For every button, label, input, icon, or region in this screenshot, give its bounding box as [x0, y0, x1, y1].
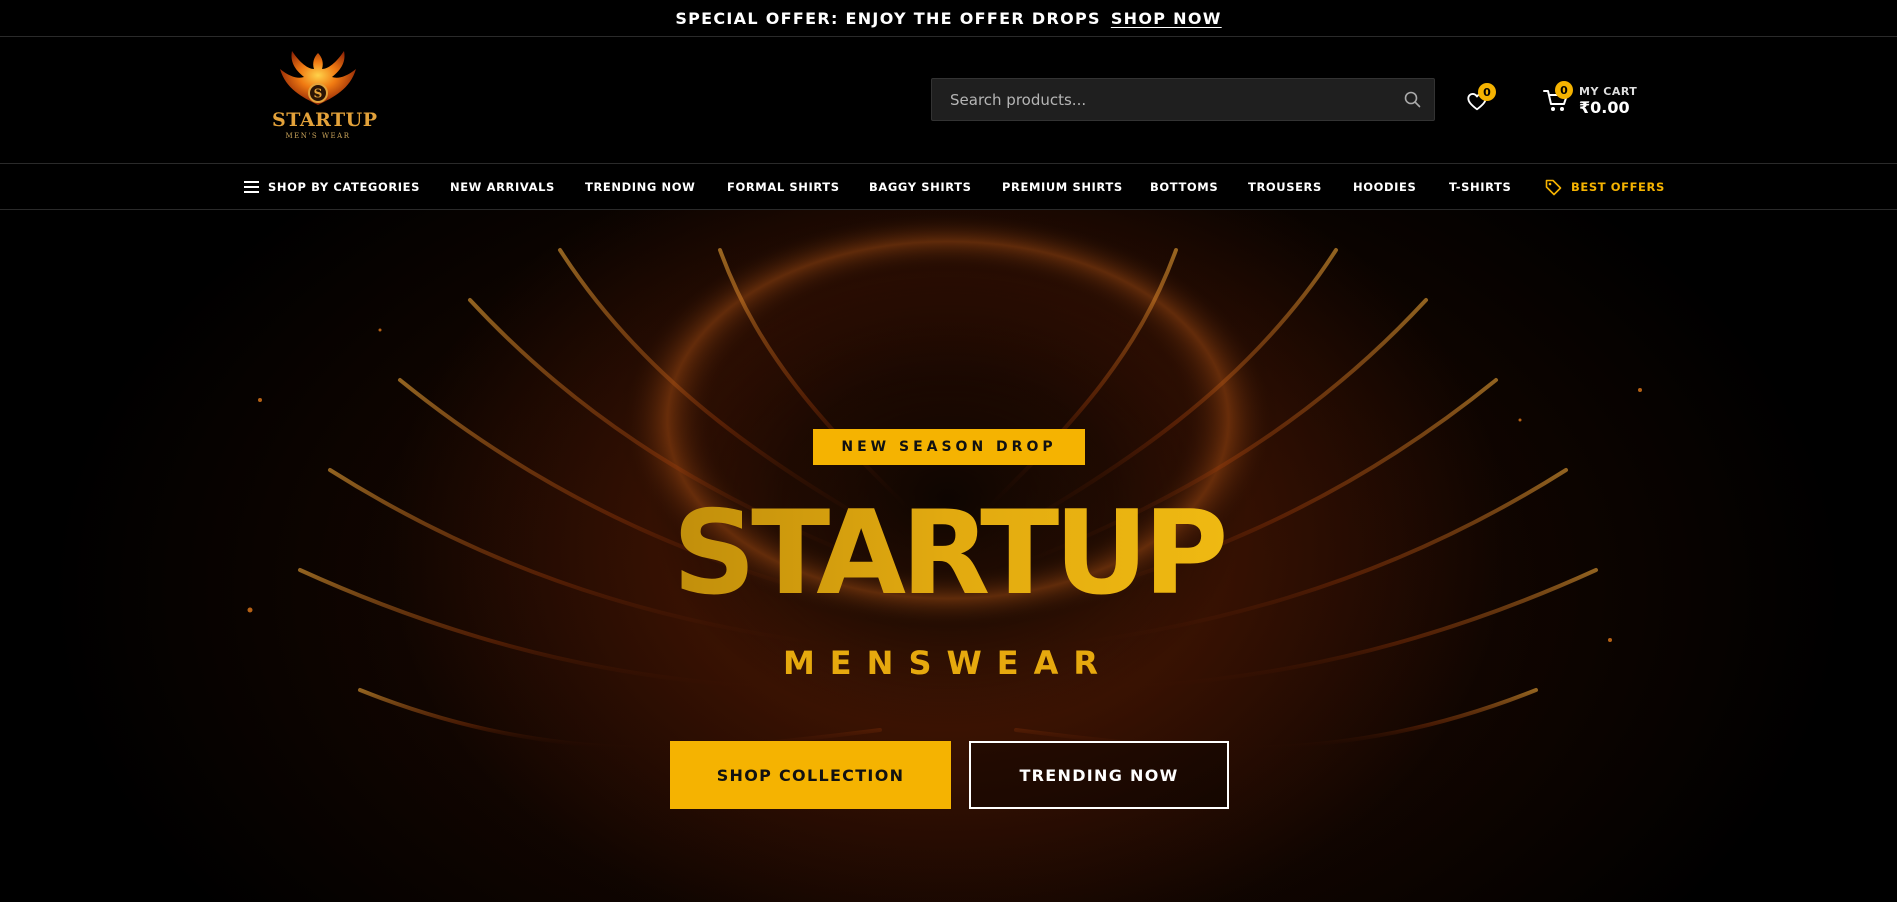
site-header: S STARTUP MEN'S WEAR 0 0 MY CART ₹0.00 — [0, 37, 1897, 164]
shop-collection-button[interactable]: SHOP COLLECTION — [670, 741, 951, 809]
nav-label: SHOP BY CATEGORIES — [268, 180, 421, 194]
nav-label: BEST OFFERS — [1571, 180, 1665, 194]
shop-now-link[interactable]: SHOP NOW — [1111, 9, 1222, 28]
cart-total: ₹0.00 — [1579, 98, 1630, 117]
nav-best-offers[interactable]: BEST OFFERS — [1545, 164, 1665, 210]
main-nav: SHOP BY CATEGORIES NEW ARRIVALS TRENDING… — [0, 164, 1897, 210]
hero-subtitle: MENSWEAR — [782, 644, 1114, 682]
nav-hoodies[interactable]: HOODIES — [1353, 164, 1416, 210]
nav-label: BAGGY SHIRTS — [869, 180, 972, 194]
logo[interactable]: S STARTUP MEN'S WEAR — [272, 47, 378, 151]
nav-baggy-shirts[interactable]: BAGGY SHIRTS — [869, 164, 971, 210]
nav-label: NEW ARRIVALS — [450, 180, 555, 194]
logo-wordmark: STARTUP — [272, 109, 378, 131]
nav-new-arrivals[interactable]: NEW ARRIVALS — [450, 164, 555, 210]
nav-label: TROUSERS — [1248, 180, 1322, 194]
nav-bottoms[interactable]: BOTTOMS — [1150, 164, 1218, 210]
svg-text:S: S — [314, 87, 323, 101]
nav-shop-by-categories[interactable]: SHOP BY CATEGORIES — [244, 164, 420, 210]
nav-t-shirts[interactable]: T-SHIRTS — [1449, 164, 1511, 210]
nav-label: T-SHIRTS — [1449, 180, 1512, 194]
nav-label: FORMAL SHIRTS — [727, 180, 840, 194]
hero-tag-badge: NEW SEASON DROP — [813, 429, 1085, 465]
search-input[interactable] — [932, 79, 1390, 120]
wishlist-count-badge: 0 — [1478, 83, 1496, 101]
nav-label: TRENDING NOW — [585, 180, 696, 194]
search-button[interactable] — [1390, 79, 1434, 120]
logo-tagline: MEN'S WEAR — [285, 132, 351, 140]
menu-icon — [244, 181, 259, 193]
hero-title: STARTUP — [598, 489, 1298, 619]
wishlist-button[interactable]: 0 — [1464, 83, 1496, 113]
phoenix-logo-icon: S — [280, 51, 356, 105]
announcement-text: SPECIAL OFFER: ENJOY THE OFFER DROPS — [675, 8, 1101, 28]
tag-icon — [1545, 179, 1562, 195]
announcement-bar: SPECIAL OFFER: ENJOY THE OFFER DROPS SHO… — [0, 0, 1897, 37]
cart-count-badge: 0 — [1555, 81, 1573, 99]
nav-trousers[interactable]: TROUSERS — [1248, 164, 1322, 210]
nav-premium-shirts[interactable]: PREMIUM SHIRTS — [1002, 164, 1123, 210]
cart-button[interactable]: 0 MY CART ₹0.00 — [1541, 81, 1641, 117]
trending-now-button[interactable]: TRENDING NOW — [969, 741, 1229, 809]
nav-formal-shirts[interactable]: FORMAL SHIRTS — [727, 164, 840, 210]
nav-label: BOTTOMS — [1150, 180, 1219, 194]
nav-label: HOODIES — [1353, 180, 1417, 194]
search-bar — [931, 78, 1435, 121]
cart-label: MY CART — [1579, 85, 1638, 98]
nav-label: PREMIUM SHIRTS — [1002, 180, 1123, 194]
nav-trending-now[interactable]: TRENDING NOW — [585, 164, 695, 210]
hero-banner: NEW SEASON DROP STARTUP MENSWEAR SHOP CO… — [0, 210, 1897, 902]
search-icon — [1404, 91, 1420, 108]
